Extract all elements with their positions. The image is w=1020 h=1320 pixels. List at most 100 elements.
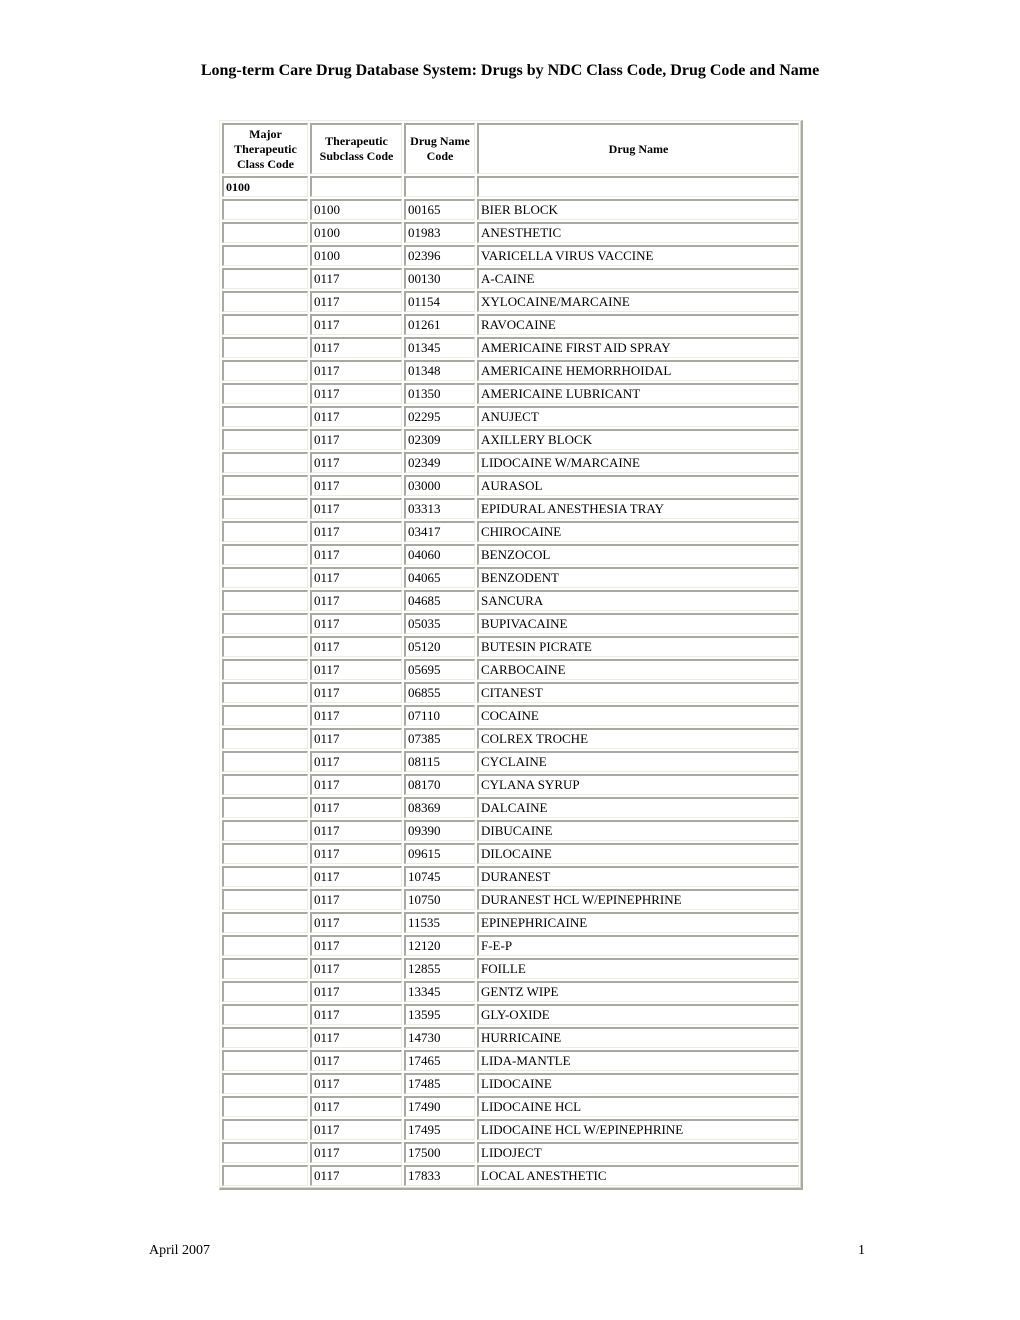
table-row: 0117 01345 AMERICAINE FIRST AID SPRAY [222,337,799,358]
table-row: 0117 12120 F-E-P [222,935,799,956]
major-class-code-cell [222,820,308,841]
subclass-code-cell: 0100 [310,245,402,266]
subclass-code-cell: 0117 [310,958,402,979]
subclass-code-cell: 0117 [310,521,402,542]
drug-name-code-cell: 01350 [404,383,475,404]
drug-name-cell: BENZOCOL [477,544,799,565]
drug-name-cell: F-E-P [477,935,799,956]
empty-cell [404,176,475,197]
drug-name-code-cell: 12855 [404,958,475,979]
table-row: 0117 01350 AMERICAINE LUBRICANT [222,383,799,404]
drug-name-cell: AMERICAINE LUBRICANT [477,383,799,404]
major-class-code-cell [222,544,308,565]
drug-name-code-cell: 17465 [404,1050,475,1071]
major-class-code-cell [222,222,308,243]
drug-name-code-cell: 04685 [404,590,475,611]
subclass-code-cell: 0117 [310,843,402,864]
drug-name-code-cell: 08115 [404,751,475,772]
table-row: 0117 17485 LIDOCAINE [222,1073,799,1094]
major-class-code-cell [222,429,308,450]
drug-name-cell: SANCURA [477,590,799,611]
subclass-code-cell: 0117 [310,452,402,473]
table-row: 0117 05695 CARBOCAINE [222,659,799,680]
major-class-code-cell [222,981,308,1002]
subclass-code-cell: 0117 [310,912,402,933]
drug-name-cell: LIDOCAINE W/MARCAINE [477,452,799,473]
subclass-code-cell: 0117 [310,820,402,841]
major-class-code-cell [222,613,308,634]
table-row: 0117 08369 DALCAINE [222,797,799,818]
table-row: 0117 17490 LIDOCAINE HCL [222,1096,799,1117]
drug-name-code-cell: 10750 [404,889,475,910]
drug-name-cell: HURRICAINE [477,1027,799,1048]
drug-name-cell: RAVOCAINE [477,314,799,335]
major-class-code-cell [222,337,308,358]
drug-name-cell: XYLOCAINE/MARCAINE [477,291,799,312]
table-header-row: Major Therapeutic Class Code Therapeutic… [222,123,799,174]
table-row: 0117 02309 AXILLERY BLOCK [222,429,799,450]
drug-name-cell: LIDOCAINE [477,1073,799,1094]
drug-name-cell: DILOCAINE [477,843,799,864]
table-row: 0117 08170 CYLANA SYRUP [222,774,799,795]
table-row: 0117 17500 LIDOJECT [222,1142,799,1163]
subclass-code-cell: 0117 [310,705,402,726]
subclass-code-cell: 0117 [310,314,402,335]
drug-name-code-cell: 05120 [404,636,475,657]
drug-name-code-cell: 01345 [404,337,475,358]
major-class-code-cell [222,1096,308,1117]
major-class-code-cell [222,774,308,795]
major-class-code-cell [222,383,308,404]
major-class-code-cell [222,452,308,473]
table-row: 0117 13345 GENTZ WIPE [222,981,799,1002]
subclass-code-cell: 0117 [310,728,402,749]
table-row: 0117 06855 CITANEST [222,682,799,703]
table-row: 0117 03000 AURASOL [222,475,799,496]
major-class-code-cell [222,797,308,818]
table-row: 0100 00165 BIER BLOCK [222,199,799,220]
drug-name-code-cell: 13595 [404,1004,475,1025]
table-row: 0117 04060 BENZOCOL [222,544,799,565]
drug-name-code-cell: 03417 [404,521,475,542]
drug-name-code-cell: 07385 [404,728,475,749]
table-row: 0117 07110 COCAINE [222,705,799,726]
subclass-code-cell: 0117 [310,797,402,818]
major-class-code-cell [222,1165,308,1186]
table-row: 0100 01983 ANESTHETIC [222,222,799,243]
drug-name-cell: VARICELLA VIRUS VACCINE [477,245,799,266]
header-drug-name-code: Drug Name Code [404,123,475,174]
drug-name-cell: GLY-OXIDE [477,1004,799,1025]
drug-name-cell: ANUJECT [477,406,799,427]
major-class-code-cell [222,567,308,588]
subclass-code-cell: 0117 [310,383,402,404]
drug-name-cell: AXILLERY BLOCK [477,429,799,450]
subclass-code-cell: 0117 [310,360,402,381]
subclass-code-cell: 0117 [310,429,402,450]
major-class-code-cell [222,935,308,956]
subclass-code-cell: 0117 [310,498,402,519]
table-row: 0117 09390 DIBUCAINE [222,820,799,841]
drug-name-cell: DURANEST [477,866,799,887]
drug-name-code-cell: 03000 [404,475,475,496]
subclass-code-cell: 0117 [310,866,402,887]
drug-name-code-cell: 12120 [404,935,475,956]
footer-date: April 2007 [149,1243,211,1258]
drug-name-cell: LIDOCAINE HCL [477,1096,799,1117]
major-class-code-cell [222,751,308,772]
table-row: 0117 00130 A-CAINE [222,268,799,289]
drug-name-code-cell: 17495 [404,1119,475,1140]
subclass-code-cell: 0100 [310,199,402,220]
drug-name-cell: GENTZ WIPE [477,981,799,1002]
subclass-code-cell: 0117 [310,659,402,680]
table-row: 0117 17833 LOCAL ANESTHETIC [222,1165,799,1186]
major-class-code-cell [222,705,308,726]
table-row: 0117 08115 CYCLAINE [222,751,799,772]
drug-name-code-cell: 17490 [404,1096,475,1117]
table-row: 0117 03417 CHIROCAINE [222,521,799,542]
subclass-code-cell: 0117 [310,1119,402,1140]
table-row: 0117 17495 LIDOCAINE HCL W/EPINEPHRINE [222,1119,799,1140]
major-class-code-cell [222,1142,308,1163]
drug-name-cell: LIDOCAINE HCL W/EPINEPHRINE [477,1119,799,1140]
drug-name-cell: AURASOL [477,475,799,496]
table-row: 0117 01261 RAVOCAINE [222,314,799,335]
drug-name-code-cell: 10745 [404,866,475,887]
